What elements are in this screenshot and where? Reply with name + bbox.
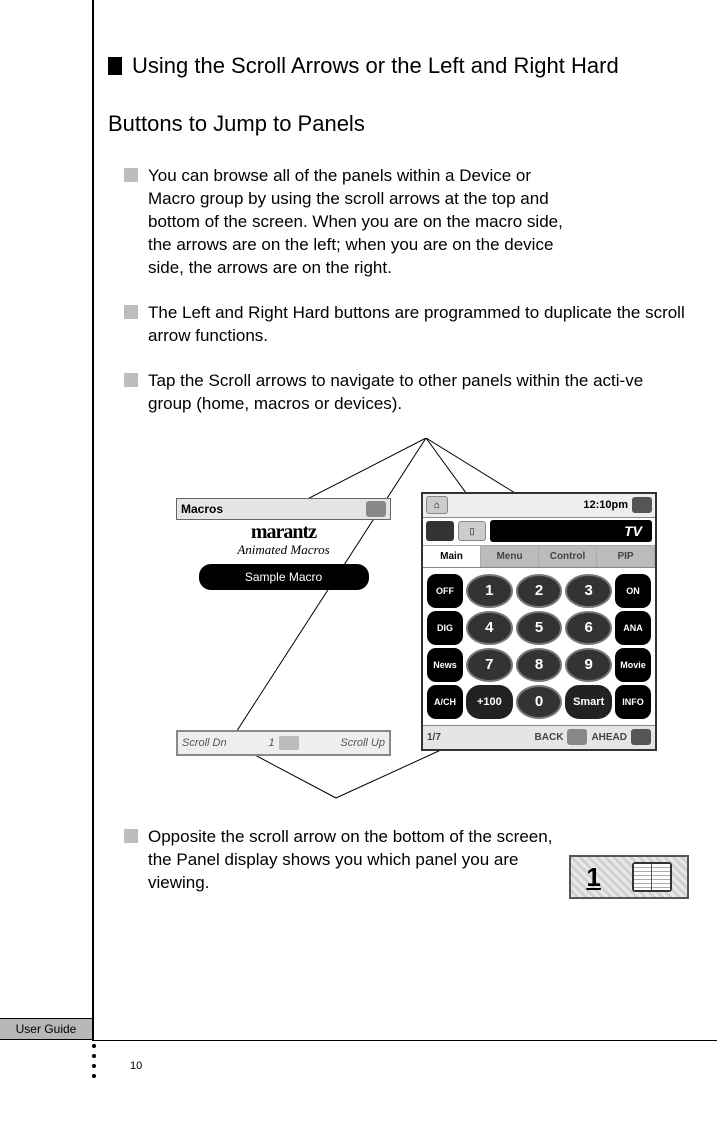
bullet-4-text: Opposite the scroll arrow on the bottom … <box>148 826 554 895</box>
num-1: 1 <box>466 574 513 608</box>
panel-number: 1 <box>586 862 600 893</box>
scroll-up-label: Scroll Up <box>340 737 385 749</box>
bullet-icon <box>124 373 138 387</box>
num-6: 6 <box>565 611 612 645</box>
bullet-icon <box>124 305 138 319</box>
bullet-2-text: The Left and Right Hard buttons are prog… <box>148 302 687 348</box>
num-7: 7 <box>466 648 513 682</box>
bullet-3-text: Tap the Scroll arrows to navigate to oth… <box>148 370 687 416</box>
footer-rule <box>92 1040 717 1041</box>
plus100-button: +100 <box>466 685 513 719</box>
bullet-4: Opposite the scroll arrow on the bottom … <box>124 826 554 895</box>
device-row2: ▯ TV <box>423 518 655 546</box>
clock-label: 12:10pm <box>583 499 628 511</box>
content-area: Using the Scroll Arrows or the Left and … <box>108 48 687 916</box>
macros-bottom-bar: Scroll Dn 1 Scroll Up <box>176 730 391 756</box>
info-button: INFO <box>615 685 651 719</box>
tab-main: Main <box>423 546 481 567</box>
ana-button: ANA <box>615 611 651 645</box>
panel-indicator-inset: 1 <box>569 855 689 899</box>
macros-top-bar: Macros <box>176 498 391 520</box>
footer-dots <box>92 1044 96 1078</box>
bullet-icon <box>124 168 138 182</box>
num-3: 3 <box>565 574 612 608</box>
device-bottom-bar: 1/7 BACK AHEAD <box>423 725 655 749</box>
tab-control: Control <box>539 546 597 567</box>
m-icon <box>567 729 587 745</box>
panel-num-label: 1 <box>268 737 274 749</box>
home-icon: ⌂ <box>426 496 448 514</box>
scroll-up-icon <box>366 501 386 517</box>
back-label: BACK <box>535 732 564 743</box>
heading-bullet-icon <box>108 57 122 75</box>
scroll-dn-label: Scroll Dn <box>182 737 227 749</box>
illustration-zone: Macros marantz Animated Macros Sample Ma… <box>176 438 676 808</box>
device-label: TV <box>490 520 652 542</box>
smart-button: Smart <box>565 685 612 719</box>
macros-subtitle: Animated Macros <box>176 542 391 558</box>
heading-line-1: Using the Scroll Arrows or the Left and … <box>132 48 619 83</box>
panel-icon <box>279 736 299 750</box>
screenshot-device: ⌂ 12:10pm ▯ TV Main Menu Control PIP OFF… <box>421 492 657 751</box>
agenda-icon <box>632 862 672 892</box>
bullet-1: You can browse all of the panels within … <box>124 165 687 280</box>
device-tabs: Main Menu Control PIP <box>423 546 655 568</box>
movie-button: Movie <box>615 648 651 682</box>
page-indicator: 1/7 <box>427 732 441 743</box>
keypad-grid: OFF 1 2 3 ON DIG 4 5 6 ANA News 7 8 9 Mo… <box>423 568 655 725</box>
heading-line-2: Buttons to Jump to Panels <box>108 111 687 137</box>
off-button: OFF <box>427 574 463 608</box>
num-9: 9 <box>565 648 612 682</box>
ahead-label: AHEAD <box>591 732 627 743</box>
scroll-down-icon <box>631 729 651 745</box>
num-8: 8 <box>516 648 563 682</box>
num-0: 0 <box>516 685 563 719</box>
sample-macro-button: Sample Macro <box>199 564 369 590</box>
num-5: 5 <box>516 611 563 645</box>
brand-logo: marantz <box>176 520 391 542</box>
bullet-1-text: You can browse all of the panels within … <box>148 165 568 280</box>
vertical-rule <box>92 0 94 1040</box>
dig-button: DIG <box>427 611 463 645</box>
ach-button: A/CH <box>427 685 463 719</box>
macros-label: Macros <box>181 502 223 516</box>
bullet-2: The Left and Right Hard buttons are prog… <box>124 302 687 348</box>
news-button: News <box>427 648 463 682</box>
bullet-3: Tap the Scroll arrows to navigate to oth… <box>124 370 687 416</box>
page-number: 10 <box>130 1060 142 1072</box>
num-2: 2 <box>516 574 563 608</box>
bullet-icon <box>124 829 138 843</box>
scroll-up-icon <box>632 497 652 513</box>
num-4: 4 <box>466 611 513 645</box>
list-icon <box>426 521 454 541</box>
device-top-bar: ⌂ 12:10pm <box>423 494 655 518</box>
screenshot-macros: Macros marantz Animated Macros Sample Ma… <box>176 498 391 756</box>
tab-menu: Menu <box>481 546 539 567</box>
footer-tab: User Guide <box>0 1018 92 1040</box>
on-button: ON <box>615 574 651 608</box>
heading-row: Using the Scroll Arrows or the Left and … <box>108 48 687 83</box>
device-icon: ▯ <box>458 521 486 541</box>
tab-pip: PIP <box>597 546 655 567</box>
